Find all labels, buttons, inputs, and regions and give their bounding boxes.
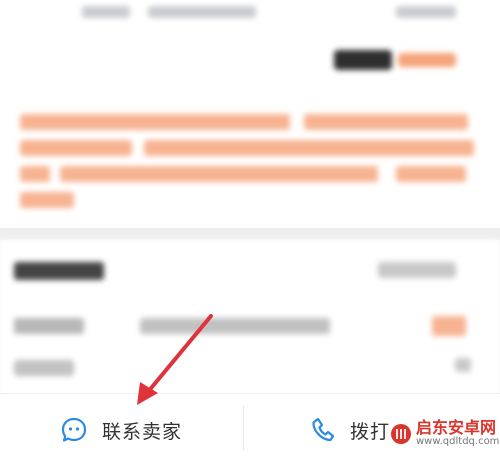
- call-button[interactable]: 拨打: [310, 394, 390, 466]
- watermark-url: www.qdltdq.com: [416, 436, 500, 447]
- chat-bubble-icon: [61, 417, 87, 442]
- contact-seller-button[interactable]: 联系卖家: [60, 394, 182, 466]
- watermark-logo-icon: [391, 424, 411, 444]
- section-separator: [0, 228, 500, 240]
- order-info-card: [0, 0, 500, 228]
- contact-seller-label: 联系卖家: [102, 420, 183, 443]
- notice-text-blurred: [14, 112, 474, 212]
- phone-icon: [312, 417, 335, 442]
- site-watermark: 启东安卓网 www.qdltdq.com: [390, 420, 499, 448]
- call-label: 拨打: [350, 420, 391, 443]
- watermark-brand: 启东安卓网: [416, 418, 497, 437]
- action-divider: [243, 406, 244, 450]
- order-details-blurred: [0, 240, 500, 400]
- top-row-blurred: [0, 0, 500, 26]
